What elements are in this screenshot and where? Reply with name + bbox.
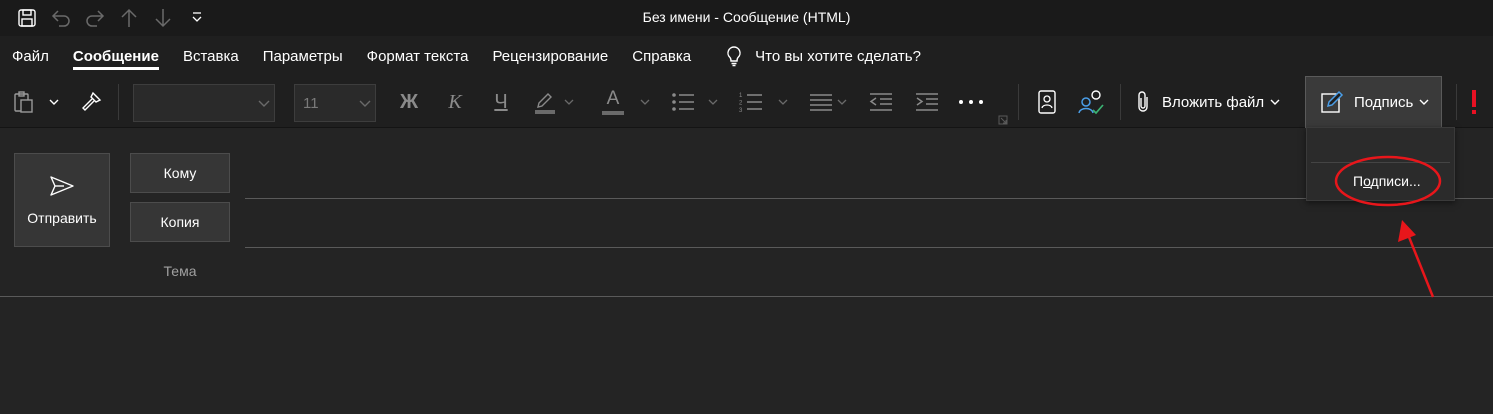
- paperclip-icon: [1138, 91, 1148, 112]
- increase-indent-icon[interactable]: [912, 85, 942, 119]
- signature-dropdown: Подписи...: [1306, 127, 1455, 201]
- send-icon: [50, 176, 74, 196]
- chevron-down-icon: [1419, 99, 1429, 105]
- ribbon-separator: [1120, 84, 1121, 120]
- check-names-icon[interactable]: [1076, 85, 1106, 119]
- chevron-down-icon: [1270, 99, 1280, 105]
- font-size-combo[interactable]: 11: [294, 84, 376, 122]
- signatures-menu-item[interactable]: Подписи...: [1353, 173, 1421, 189]
- attach-file-label: Вложить файл: [1162, 93, 1265, 111]
- signature-label: Подпись: [1354, 93, 1414, 111]
- paste-icon[interactable]: [8, 85, 38, 119]
- paste-dropdown-icon[interactable]: [44, 85, 64, 119]
- menu-item-rest: дписи...: [1370, 173, 1421, 189]
- italic-button[interactable]: К: [440, 85, 470, 119]
- highlight-icon[interactable]: [530, 85, 560, 119]
- font-color-bar: [602, 111, 624, 115]
- more-options-icon[interactable]: [956, 85, 986, 119]
- font-color-button[interactable]: А: [598, 85, 628, 119]
- tell-me-search[interactable]: Что вы хотите сделать?: [725, 45, 921, 67]
- numbering-icon[interactable]: 1 23: [736, 85, 766, 119]
- high-importance-icon[interactable]: [1464, 85, 1484, 119]
- bold-button[interactable]: Ж: [394, 85, 424, 119]
- svg-text:1: 1: [739, 93, 743, 99]
- tab-help[interactable]: Справка: [620, 36, 703, 76]
- cc-field[interactable]: [245, 247, 1493, 248]
- format-painter-icon[interactable]: [76, 85, 106, 119]
- ribbon-toolbar: 11 Ж К Ч А 123 Вложить файл Подпись: [0, 76, 1493, 128]
- title-bar: Без имени - Сообщение (HTML): [0, 0, 1493, 36]
- ribbon-tabs: Файл Сообщение Вставка Параметры Формат …: [0, 36, 1493, 76]
- svg-text:3: 3: [739, 108, 743, 114]
- subject-label: Тема: [163, 263, 197, 279]
- tab-file[interactable]: Файл: [0, 36, 61, 76]
- chevron-down-icon[interactable]: [638, 85, 652, 119]
- to-button[interactable]: Кому: [130, 153, 230, 193]
- window-title: Без имени - Сообщение (HTML): [642, 9, 851, 25]
- svg-text:2: 2: [739, 101, 743, 107]
- underline-button[interactable]: Ч: [486, 85, 516, 119]
- dropdown-separator: [1311, 162, 1450, 163]
- address-book-icon[interactable]: [1032, 85, 1062, 119]
- signature-icon: [1321, 90, 1344, 113]
- font-name-combo[interactable]: [133, 84, 275, 122]
- compose-area: Отправить Кому Копия Тема: [0, 129, 1493, 414]
- send-label: Отправить: [27, 210, 97, 226]
- font-color-label: А: [606, 88, 620, 109]
- send-button[interactable]: Отправить: [14, 153, 110, 247]
- tell-me-label: Что вы хотите сделать?: [755, 47, 921, 65]
- tab-options[interactable]: Параметры: [251, 36, 355, 76]
- ribbon-separator: [1456, 84, 1457, 120]
- menu-item-prefix: П: [1353, 173, 1364, 189]
- ribbon-separator: [118, 84, 119, 120]
- chevron-down-icon[interactable]: [706, 85, 720, 119]
- chevron-down-icon: [355, 99, 375, 107]
- attach-file-button[interactable]: Вложить файл: [1134, 85, 1300, 119]
- align-justify-icon[interactable]: [806, 85, 836, 119]
- decrease-indent-icon[interactable]: [866, 85, 896, 119]
- cc-button[interactable]: Копия: [130, 202, 230, 242]
- tab-review[interactable]: Рецензирование: [480, 36, 620, 76]
- subject-field[interactable]: [0, 296, 1493, 297]
- bullets-icon[interactable]: [668, 85, 698, 119]
- ribbon-separator: [1018, 84, 1019, 120]
- dialog-launcher-icon[interactable]: [998, 112, 1008, 125]
- menu-item-accelerator: о: [1363, 173, 1371, 189]
- chevron-down-icon[interactable]: [562, 85, 576, 119]
- font-size-value: 11: [303, 94, 319, 112]
- tab-message[interactable]: Сообщение: [61, 36, 171, 76]
- tab-insert[interactable]: Вставка: [171, 36, 251, 76]
- tab-format-text[interactable]: Формат текста: [355, 36, 481, 76]
- lightbulb-icon: [727, 46, 741, 67]
- chevron-down-icon[interactable]: [836, 85, 848, 119]
- signature-button[interactable]: Подпись: [1305, 76, 1442, 128]
- chevron-down-icon: [254, 99, 274, 107]
- chevron-down-icon[interactable]: [776, 85, 790, 119]
